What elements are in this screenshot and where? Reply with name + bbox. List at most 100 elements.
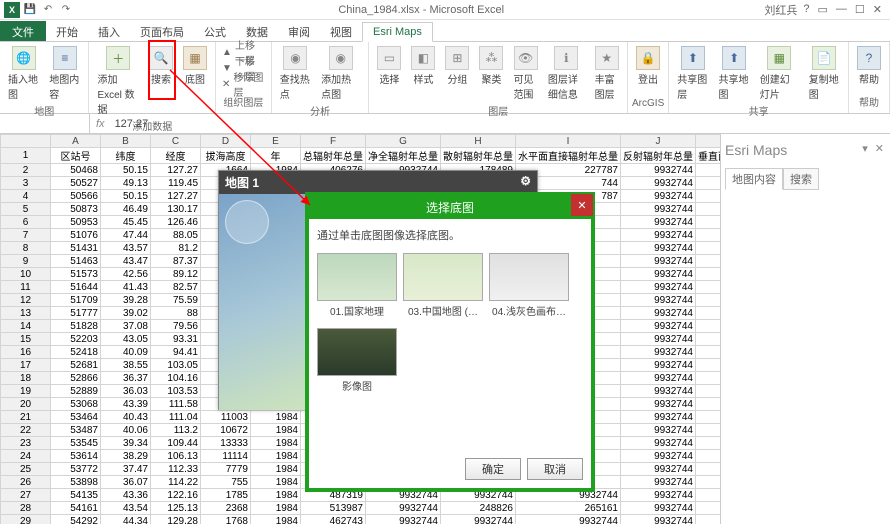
- data-cell[interactable]: 126.46: [151, 216, 201, 229]
- data-cell[interactable]: 1984: [251, 411, 301, 424]
- name-box[interactable]: [0, 114, 90, 133]
- data-cell[interactable]: 53464: [51, 411, 101, 424]
- data-cell[interactable]: 248826: [441, 502, 516, 515]
- data-cell[interactable]: 10672: [201, 424, 251, 437]
- col-header[interactable]: K: [696, 135, 721, 148]
- header-cell[interactable]: 反射辐射年总量: [621, 148, 696, 164]
- data-cell[interactable]: 40.09: [101, 346, 151, 359]
- basemap-option-1[interactable]: 01.国家地理: [317, 253, 397, 318]
- compass-icon[interactable]: [225, 200, 269, 244]
- data-cell[interactable]: 111.04: [151, 411, 201, 424]
- data-cell[interactable]: 39.34: [101, 437, 151, 450]
- data-cell[interactable]: [696, 333, 721, 346]
- data-cell[interactable]: [696, 437, 721, 450]
- data-cell[interactable]: [696, 294, 721, 307]
- col-header[interactable]: G: [366, 135, 441, 148]
- layer-info-button[interactable]: ℹ图层详细信息: [544, 44, 589, 103]
- data-cell[interactable]: 9932744: [621, 385, 696, 398]
- data-cell[interactable]: 9932744: [366, 515, 441, 525]
- data-cell[interactable]: [696, 307, 721, 320]
- map-content-button[interactable]: ≡地图内容: [45, 44, 84, 103]
- data-cell[interactable]: 39.28: [101, 294, 151, 307]
- data-cell[interactable]: 9932744: [621, 177, 696, 190]
- data-cell[interactable]: 38.29: [101, 450, 151, 463]
- col-header[interactable]: C: [151, 135, 201, 148]
- data-cell[interactable]: 127.27: [151, 164, 201, 177]
- cluster-button[interactable]: ⁂聚类: [475, 44, 507, 103]
- add-hotmap-button[interactable]: ◉添加热点图: [317, 44, 364, 103]
- data-cell[interactable]: 129.28: [151, 515, 201, 525]
- row-header[interactable]: 19: [1, 385, 51, 398]
- row-header[interactable]: 13: [1, 307, 51, 320]
- row-header[interactable]: 15: [1, 333, 51, 346]
- data-cell[interactable]: [696, 281, 721, 294]
- data-cell[interactable]: [696, 398, 721, 411]
- header-cell[interactable]: 水平面直接辐射年总量: [516, 148, 621, 164]
- tab-formula[interactable]: 公式: [194, 21, 236, 41]
- data-cell[interactable]: 104.16: [151, 372, 201, 385]
- select-button[interactable]: ▭选择: [373, 44, 405, 103]
- row-header[interactable]: 18: [1, 372, 51, 385]
- data-cell[interactable]: 43.05: [101, 333, 151, 346]
- data-cell[interactable]: 9932744: [621, 476, 696, 489]
- data-cell[interactable]: 88.05: [151, 229, 201, 242]
- data-cell[interactable]: 54135: [51, 489, 101, 502]
- data-cell[interactable]: 103.05: [151, 359, 201, 372]
- header-cell[interactable]: 散射辐射年总量: [441, 148, 516, 164]
- data-cell[interactable]: 93.31: [151, 333, 201, 346]
- data-cell[interactable]: 50527: [51, 177, 101, 190]
- row-header[interactable]: 10: [1, 268, 51, 281]
- remove-layer-button[interactable]: ✕ 移除图层: [220, 76, 267, 92]
- maximize-icon[interactable]: ☐: [855, 3, 865, 16]
- data-cell[interactable]: [696, 411, 721, 424]
- help-icon[interactable]: ?: [803, 3, 809, 16]
- panel-close-icon[interactable]: ▾ ✕: [862, 142, 886, 158]
- data-cell[interactable]: [696, 372, 721, 385]
- data-cell[interactable]: 11003: [201, 411, 251, 424]
- share-layer-button[interactable]: ⬆共享图层: [673, 44, 712, 103]
- save-icon[interactable]: 💾: [22, 2, 38, 18]
- data-cell[interactable]: 1984: [251, 424, 301, 437]
- data-cell[interactable]: 50468: [51, 164, 101, 177]
- group-button[interactable]: ⊞分组: [441, 44, 473, 103]
- dialog-close-button[interactable]: ✕: [571, 194, 593, 216]
- data-cell[interactable]: 9932744: [621, 294, 696, 307]
- data-cell[interactable]: 2368: [201, 502, 251, 515]
- data-cell[interactable]: 9932744: [621, 398, 696, 411]
- data-cell[interactable]: 52866: [51, 372, 101, 385]
- data-cell[interactable]: 9932744: [366, 502, 441, 515]
- row-header[interactable]: 14: [1, 320, 51, 333]
- data-cell[interactable]: 52681: [51, 359, 101, 372]
- data-cell[interactable]: 39.02: [101, 307, 151, 320]
- data-cell[interactable]: 88: [151, 307, 201, 320]
- data-cell[interactable]: 9932744: [621, 424, 696, 437]
- data-cell[interactable]: 9932744: [621, 450, 696, 463]
- col-header[interactable]: B: [101, 135, 151, 148]
- header-cell[interactable]: 垂直面直接辐{: [696, 148, 721, 164]
- data-cell[interactable]: 7779: [201, 463, 251, 476]
- row-header[interactable]: 27: [1, 489, 51, 502]
- col-header[interactable]: H: [441, 135, 516, 148]
- row-header[interactable]: 4: [1, 190, 51, 203]
- data-cell[interactable]: 50566: [51, 190, 101, 203]
- data-cell[interactable]: 51828: [51, 320, 101, 333]
- data-cell[interactable]: 53772: [51, 463, 101, 476]
- data-cell[interactable]: [696, 424, 721, 437]
- data-cell[interactable]: 462743: [301, 515, 366, 525]
- tab-start[interactable]: 开始: [46, 21, 88, 41]
- row-header[interactable]: 22: [1, 424, 51, 437]
- data-cell[interactable]: 52203: [51, 333, 101, 346]
- data-cell[interactable]: 54292: [51, 515, 101, 525]
- data-cell[interactable]: [696, 489, 721, 502]
- data-cell[interactable]: 51573: [51, 268, 101, 281]
- data-cell[interactable]: 79.56: [151, 320, 201, 333]
- data-cell[interactable]: 755: [201, 476, 251, 489]
- copy-map-button[interactable]: 📄复制地图: [805, 44, 844, 103]
- data-cell[interactable]: 52889: [51, 385, 101, 398]
- data-cell[interactable]: 94.41: [151, 346, 201, 359]
- data-cell[interactable]: 1984: [251, 489, 301, 502]
- close-icon[interactable]: ✕: [873, 3, 882, 16]
- data-cell[interactable]: 113.2: [151, 424, 201, 437]
- data-cell[interactable]: 106.13: [151, 450, 201, 463]
- data-cell[interactable]: 1984: [251, 502, 301, 515]
